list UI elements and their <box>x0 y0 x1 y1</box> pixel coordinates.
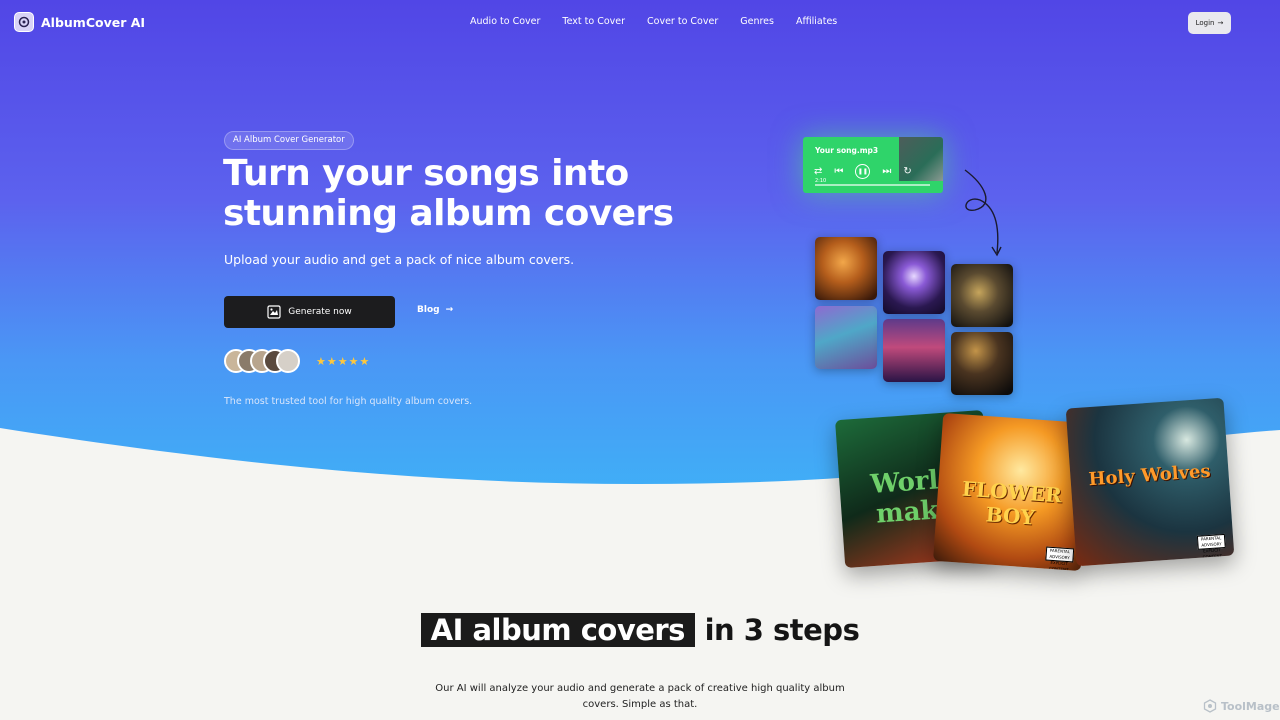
arrow-right-icon: → <box>1217 19 1224 27</box>
cover-thumbnail <box>815 237 877 300</box>
cover-thumbnail <box>883 251 945 314</box>
main-nav: Audio to Cover Text to Cover Cover to Co… <box>470 16 837 27</box>
parental-advisory-label: PARENTAL ADVISORY EXPLICIT CONTENT <box>1196 533 1226 560</box>
player-controls: ⇄ ⏮ ❚❚ ⏭ ↻ <box>814 164 912 179</box>
arrow-right-icon: → <box>445 305 454 315</box>
logo-icon <box>14 12 34 32</box>
hero-title-line1: Turn your songs into <box>223 153 629 194</box>
cover-thumbnail <box>883 319 945 382</box>
brand-name: AlbumCover AI <box>41 14 146 30</box>
cover-thumbnail <box>815 306 877 369</box>
login-button[interactable]: Login → <box>1188 12 1231 34</box>
image-gallery-icon <box>267 305 281 319</box>
cover-thumbnail <box>951 332 1013 395</box>
hero-title-line2: stunning album covers <box>223 193 674 234</box>
steps-heading-rest: in 3 steps <box>704 613 860 647</box>
nav-genres[interactable]: Genres <box>740 16 774 27</box>
hero-title: Turn your songs into stunning album cove… <box>223 154 743 234</box>
nav-cover-to-cover[interactable]: Cover to Cover <box>647 16 718 27</box>
watermark-text: ToolMage <box>1221 699 1280 713</box>
generate-now-label: Generate now <box>288 307 352 317</box>
avatar <box>276 349 300 373</box>
hero-badge: AI Album Cover Generator <box>224 131 354 150</box>
hero-subtitle: Upload your audio and get a pack of nice… <box>224 252 575 267</box>
shuffle-icon[interactable]: ⇄ <box>814 166 822 177</box>
trusted-tagline: The most trusted tool for high quality a… <box>224 396 473 407</box>
cover-thumbnail <box>951 264 1013 327</box>
brand-logo[interactable]: AlbumCover AI <box>14 12 145 32</box>
steps-heading-highlight: AI album covers <box>420 613 695 647</box>
cover-title: Holy Wolves <box>1087 460 1212 491</box>
nav-audio-to-cover[interactable]: Audio to Cover <box>470 16 540 27</box>
hexagon-logo-icon <box>1203 699 1217 713</box>
nav-text-to-cover[interactable]: Text to Cover <box>562 16 625 27</box>
generate-now-button[interactable]: Generate now <box>224 296 395 328</box>
parental-advisory-label: PARENTAL ADVISORY EXPLICIT CONTENT <box>1045 546 1075 571</box>
login-label: Login <box>1195 19 1215 27</box>
steps-description: Our AI will analyze your audio and gener… <box>435 683 845 710</box>
previous-icon[interactable]: ⏮ <box>834 166 843 177</box>
blog-label: Blog <box>417 305 440 315</box>
player-progress-bar <box>815 184 930 186</box>
nav-affiliates[interactable]: Affiliates <box>796 16 837 27</box>
cover-title: FLOWER BOY <box>961 476 1063 530</box>
pause-icon[interactable]: ❚❚ <box>855 164 871 179</box>
player-song-title: Your song.mp3 <box>815 146 879 155</box>
audio-player-card: Your song.mp3 ⇄ ⏮ ❚❚ ⏭ ↻ 2:10 <box>803 137 943 193</box>
curly-arrow-icon <box>964 169 1002 257</box>
album-cover-holy-wolves: Holy Wolves PARENTAL ADVISORY EXPLICIT C… <box>1065 397 1235 567</box>
blog-link[interactable]: Blog → <box>417 305 453 315</box>
next-icon[interactable]: ⏭ <box>882 166 891 177</box>
watermark: ToolMage <box>1203 699 1280 713</box>
user-avatars <box>224 349 300 373</box>
rating-stars: ★★★★★ <box>316 355 371 368</box>
repeat-icon[interactable]: ↻ <box>903 166 911 177</box>
steps-heading: AI album covers in 3 steps <box>0 613 1280 647</box>
